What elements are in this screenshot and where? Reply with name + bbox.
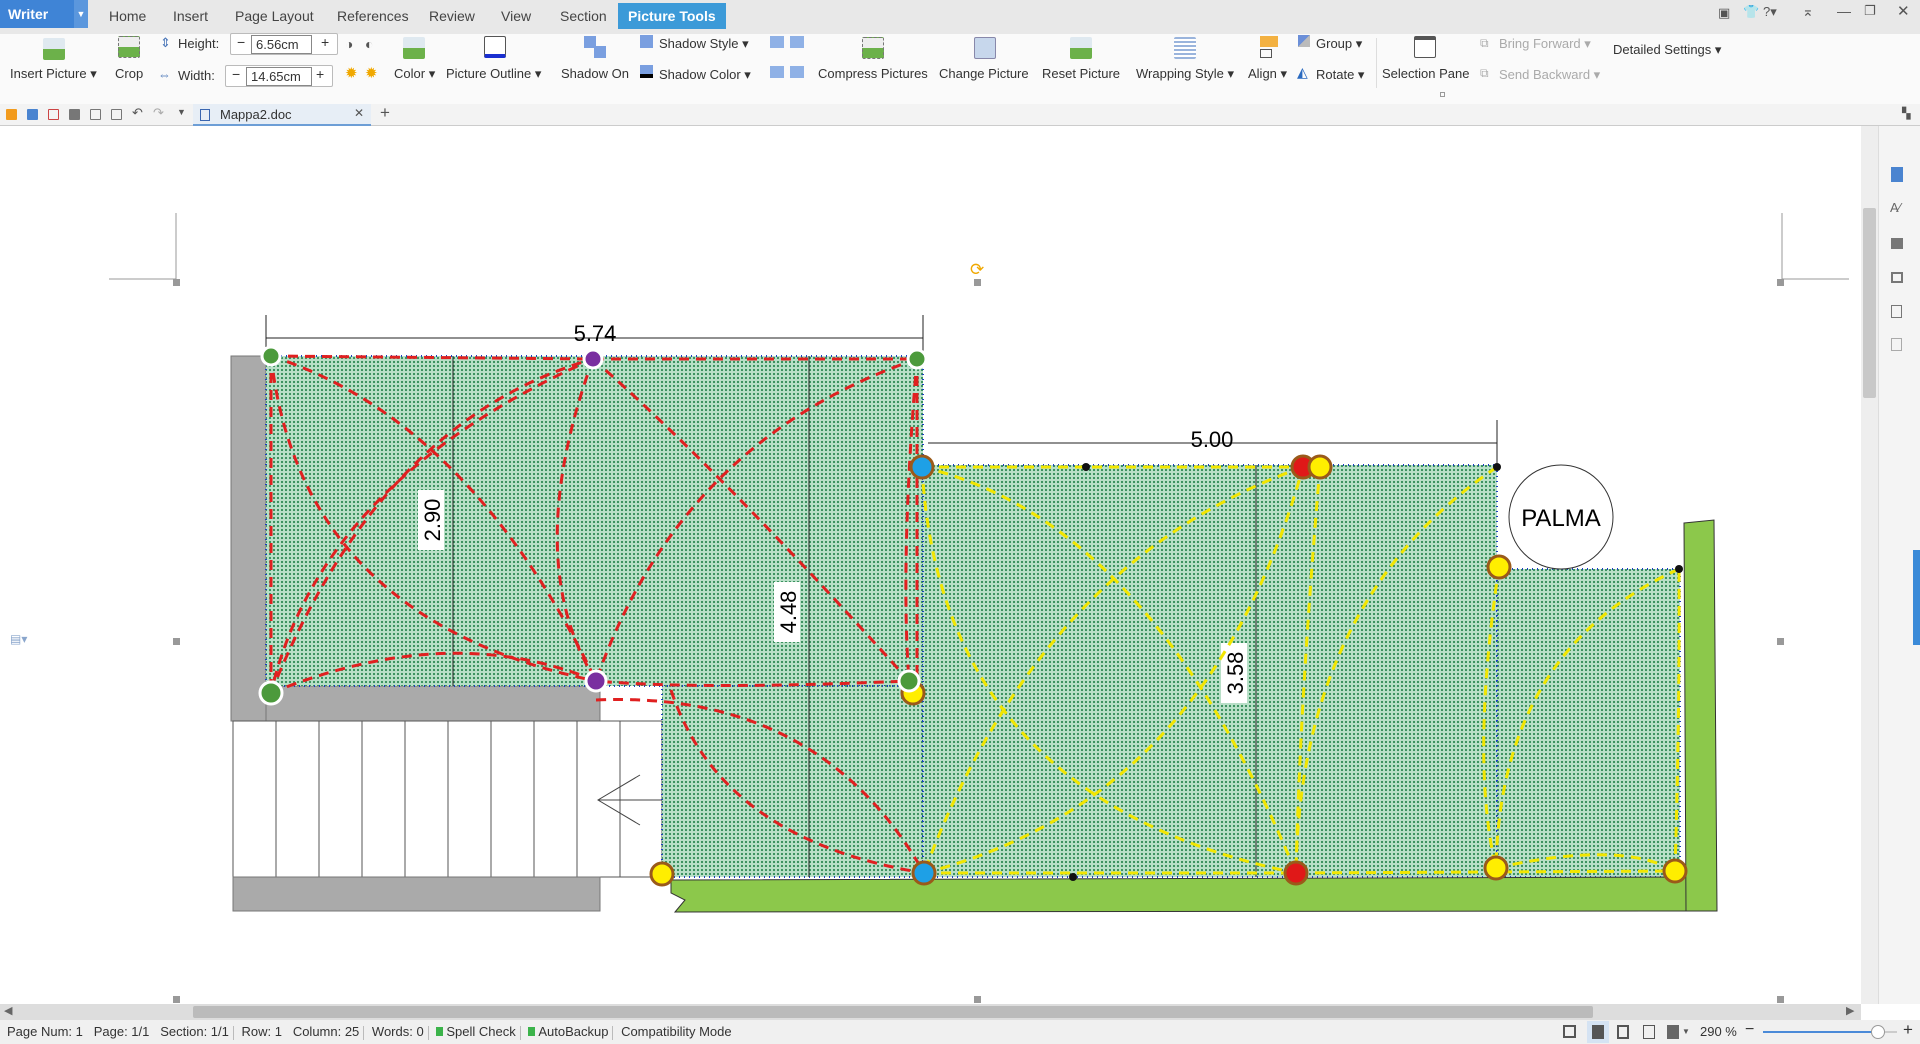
zoom-out-button[interactable]: −: [1745, 1021, 1754, 1039]
lawn-lower-middle: [661, 685, 924, 878]
scroll-left-icon[interactable]: ◀: [4, 1004, 12, 1017]
sprinkler-yellow: [1483, 855, 1509, 881]
view-chevron-icon[interactable]: ▼: [1682, 1027, 1690, 1036]
panel-style-icon[interactable]: A⁄: [1890, 200, 1901, 215]
sprinkler-purple: [584, 669, 608, 693]
zoom-in-button[interactable]: +: [1903, 1020, 1913, 1040]
sprinkler-green: [897, 669, 921, 693]
autobackup-label: AutoBackup: [538, 1024, 609, 1039]
scroll-right-icon[interactable]: ▶: [1846, 1004, 1854, 1017]
panel-backup-icon[interactable]: [1891, 338, 1902, 351]
status-compat-mode: Compatibility Mode: [621, 1024, 732, 1039]
hedge-right: [1683, 519, 1718, 912]
dimension-left-height: 2.90: [420, 499, 445, 542]
spell-check-toggle[interactable]: Spell Check: [436, 1024, 516, 1039]
left-wall: [230, 355, 267, 722]
eye-protect-icon[interactable]: [1667, 1025, 1679, 1039]
panel-new-doc-icon[interactable]: [1891, 167, 1903, 182]
sprinkler-blue: [911, 860, 937, 886]
status-page-num: Page Num: 1: [7, 1024, 83, 1039]
zoom-slider-fill: [1763, 1031, 1879, 1033]
sprinkler-yellow: [1662, 858, 1688, 884]
horizontal-scroll-thumb[interactable]: [193, 1006, 1593, 1018]
web-view-icon[interactable]: [1643, 1025, 1655, 1039]
garden-drawing[interactable]: 5.74 5.00 2.90 4.48 3.58 PALMA ⟳: [0, 0, 1861, 1004]
status-column: Column: 25: [292, 1024, 360, 1039]
autobackup-toggle[interactable]: AutoBackup: [528, 1024, 608, 1039]
lawn-right: [922, 464, 1498, 878]
restore-icon[interactable]: ❐: [1864, 3, 1876, 19]
panel-select-icon[interactable]: [1891, 238, 1903, 249]
sprinkler-purple: [582, 348, 604, 370]
bottom-wall: [232, 876, 601, 912]
dimension-right-height: 3.58: [1223, 652, 1248, 695]
status-row: Row: 1: [241, 1024, 282, 1039]
autobackup-indicator-icon: [528, 1027, 536, 1036]
palm-label: PALMA: [1521, 505, 1601, 532]
close-window-icon[interactable]: ✕: [1897, 2, 1910, 20]
rotate-handle-icon: ⟳: [970, 260, 984, 279]
status-section: Section: 1/1: [160, 1024, 229, 1039]
vertical-scroll-thumb[interactable]: [1863, 208, 1876, 398]
status-page: Page: 1/1: [93, 1024, 150, 1039]
panel-collapse-tab[interactable]: [1913, 550, 1920, 645]
spell-check-indicator-icon: [436, 1027, 444, 1036]
panel-doc-icon[interactable]: [1891, 305, 1902, 318]
dimension-middle-height: 4.48: [776, 591, 801, 634]
sprinkler-red: [1283, 860, 1309, 886]
page-view-icon: [1592, 1025, 1604, 1039]
sprinkler-blue: [909, 454, 935, 480]
status-bar: Page Num: 1 Page: 1/1 Section: 1/1 Row: …: [0, 1020, 1920, 1044]
spell-check-label: Spell Check: [446, 1024, 516, 1039]
fullscreen-icon[interactable]: [1563, 1025, 1576, 1038]
sprinkler-yellow: [649, 861, 675, 887]
status-words[interactable]: Words: 0: [372, 1024, 424, 1039]
panel-shape-icon[interactable]: [1891, 272, 1903, 283]
sprinkler-yellow: [1486, 554, 1512, 580]
dimension-right-width: 5.00: [1191, 427, 1234, 452]
zoom-level[interactable]: 290 %: [1700, 1024, 1737, 1039]
hedge-bottom: [670, 876, 1715, 913]
sprinkler-green: [906, 348, 928, 370]
sprinkler-green: [258, 680, 284, 706]
ribbon-options-icon[interactable]: ▚: [1902, 107, 1910, 120]
dimension-top-width: 5.74: [574, 321, 617, 346]
sprinkler-green: [260, 345, 282, 367]
sprinkler-yellow: [1307, 454, 1333, 480]
outline-view-icon[interactable]: [1617, 1025, 1629, 1039]
terrace-wall: [265, 685, 601, 722]
